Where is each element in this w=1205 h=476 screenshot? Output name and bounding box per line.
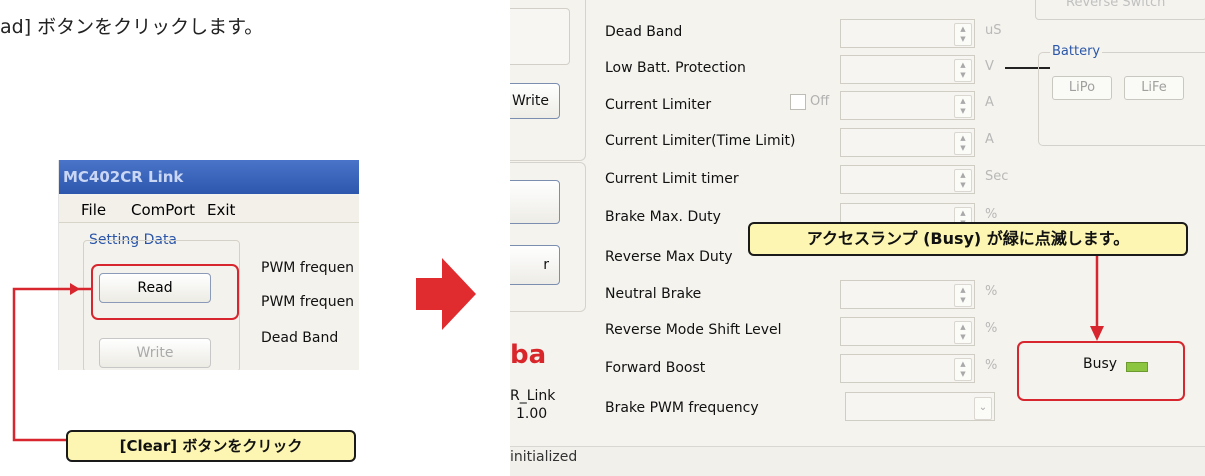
status-text: initialized	[510, 449, 578, 465]
spin-icon[interactable]: ▲▼	[954, 284, 972, 307]
battery-lipo-button[interactable]: LiPo	[1052, 76, 1112, 100]
current-limiter-time-label: Current Limiter(Time Limit)	[605, 133, 796, 149]
spin-icon[interactable]: ▲▼	[954, 321, 972, 344]
left-button-middle[interactable]	[510, 180, 560, 224]
pwm-frequency-label-1: PWM frequen	[261, 260, 355, 276]
current-limiter-time-input[interactable]: ▲ ▼	[840, 128, 975, 157]
dead-band-label: Dead Band	[605, 24, 683, 40]
menu-exit[interactable]: Exit	[207, 201, 235, 219]
dead-band-input[interactable]: ▲ ▼	[840, 19, 975, 48]
reverse-mode-shift-label: Reverse Mode Shift Level	[605, 322, 782, 338]
current-limiter-label: Current Limiter	[605, 97, 712, 113]
battery-label: Battery	[1050, 44, 1103, 59]
reverse-switch-label: Reverse Switch	[1066, 0, 1166, 10]
current-limiter-time-unit: A	[985, 132, 994, 147]
left-group-box-1	[510, 0, 586, 161]
reverse-max-duty-label: Reverse Max Duty	[605, 249, 733, 265]
low-batt-label: Low Batt. Protection	[605, 60, 746, 76]
pwm-frequency-label-2: PWM frequen	[261, 294, 355, 310]
forward-boost-input[interactable]: ▲ ▼	[840, 354, 975, 383]
spin-icon[interactable]: ▲▼	[954, 132, 972, 155]
reverse-mode-shift-input[interactable]: ▲ ▼	[840, 317, 975, 346]
menu-file[interactable]: File	[81, 201, 106, 219]
reverse-mode-shift-unit: %	[985, 321, 998, 336]
write-button[interactable]: Write	[99, 338, 211, 368]
current-limit-timer-unit: Sec	[985, 169, 1009, 184]
brake-pwm-frequency-select[interactable]: ⌄	[845, 392, 995, 421]
current-limit-timer-input[interactable]: ▲ ▼	[840, 165, 975, 194]
forward-boost-label: Forward Boost	[605, 360, 706, 376]
clear-callout: [Clear] ボタンをクリック	[66, 430, 356, 462]
brake-max-duty-label: Brake Max. Duty	[605, 209, 721, 225]
dead-band-unit: uS	[985, 23, 1002, 38]
menu-comport[interactable]: ComPort	[131, 201, 195, 219]
current-limiter-unit: A	[985, 95, 994, 110]
dead-band-label: Dead Band	[261, 330, 339, 346]
busy-pointer-line	[1090, 248, 1104, 341]
brake-pwm-frequency-label: Brake PWM frequency	[605, 400, 759, 416]
low-batt-unit: V	[985, 59, 994, 74]
futaba-logo-fragment: ba	[510, 340, 547, 370]
spin-icon[interactable]: ▲▼	[954, 95, 972, 118]
status-bar: initialized	[510, 446, 1205, 476]
spin-icon[interactable]: ▲▼	[954, 23, 972, 46]
window-title: MC402CR Link	[59, 160, 359, 194]
app-name-fragment: R_Link	[510, 388, 556, 404]
read-highlight	[91, 264, 239, 320]
current-limiter-input[interactable]: ▲ ▼	[840, 91, 975, 120]
spin-icon[interactable]: ▲▼	[954, 59, 972, 82]
low-batt-input[interactable]: ▲ ▼	[840, 55, 975, 84]
busy-highlight	[1017, 341, 1185, 401]
instruction-text: ad] ボタンをクリックします。	[0, 16, 264, 38]
left-button-clear[interactable]: r	[510, 245, 560, 285]
neutral-brake-label: Neutral Brake	[605, 286, 702, 302]
busy-callout: アクセスランプ (Busy) が緑に点滅します。	[748, 222, 1188, 256]
chevron-down-icon[interactable]: ⌄	[974, 397, 992, 420]
menu-bar: File ComPort Exit	[59, 196, 359, 223]
reverse-switch-group: Reverse Switch	[1035, 0, 1205, 20]
forward-boost-unit: %	[985, 358, 998, 373]
current-limiter-off-label: Off	[810, 94, 830, 109]
brake-max-duty-unit: %	[985, 207, 998, 222]
neutral-brake-input[interactable]: ▲ ▼	[840, 280, 975, 309]
spin-icon[interactable]: ▲▼	[954, 358, 972, 381]
arrow-right-icon	[416, 258, 476, 330]
current-limit-timer-label: Current Limit timer	[605, 171, 739, 187]
spin-icon[interactable]: ▲▼	[954, 169, 972, 192]
battery-life-button[interactable]: LiFe	[1124, 76, 1184, 100]
version-fragment: 1.00	[516, 406, 548, 422]
neutral-brake-unit: %	[985, 284, 998, 299]
current-limiter-checkbox[interactable]	[790, 94, 806, 110]
